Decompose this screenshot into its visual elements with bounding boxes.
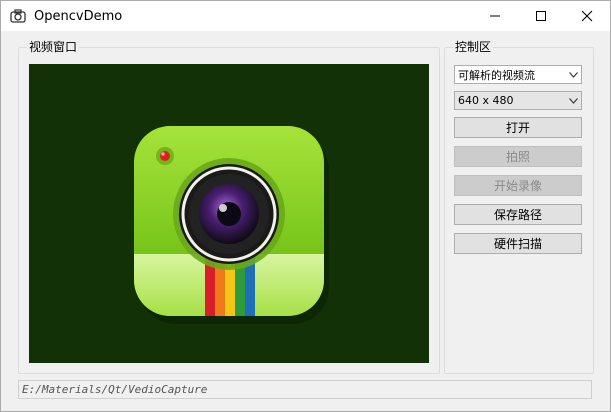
chevron-down-icon[interactable]	[565, 71, 581, 78]
resolution-combo[interactable]: 640 x 480	[454, 91, 582, 110]
main-window: OpencvDemo 视频窗口 控制区 可解析的视频流 640 x 480 打开…	[0, 0, 611, 412]
resolution-value: 640 x 480	[458, 94, 514, 107]
status-bar-path: E:/Materials/Qt/VedioCapture	[18, 380, 592, 399]
close-button[interactable]	[564, 1, 610, 31]
close-icon	[581, 10, 593, 22]
maximize-button[interactable]	[518, 1, 564, 31]
window-title: OpencvDemo	[34, 8, 123, 24]
snapshot-button[interactable]: 拍照	[454, 146, 582, 167]
control-group-title: 控制区	[453, 39, 494, 55]
save-path-button[interactable]: 保存路径	[454, 204, 582, 225]
video-source-value: 可解析的视频流	[458, 68, 535, 82]
hardware-scan-button[interactable]: 硬件扫描	[454, 233, 582, 254]
camera-app-image	[134, 126, 329, 324]
camera-icon	[10, 9, 26, 23]
video-group-title: 视频窗口	[27, 39, 80, 55]
minimize-icon	[490, 15, 500, 17]
chevron-down-icon[interactable]	[565, 97, 581, 104]
open-button[interactable]: 打开	[454, 117, 582, 138]
minimize-button[interactable]	[472, 1, 518, 31]
video-display	[29, 64, 429, 363]
video-source-combo[interactable]: 可解析的视频流	[454, 65, 582, 84]
maximize-icon	[536, 11, 546, 21]
title-bar[interactable]: OpencvDemo	[1, 1, 610, 31]
start-recording-button[interactable]: 开始录像	[454, 175, 582, 196]
